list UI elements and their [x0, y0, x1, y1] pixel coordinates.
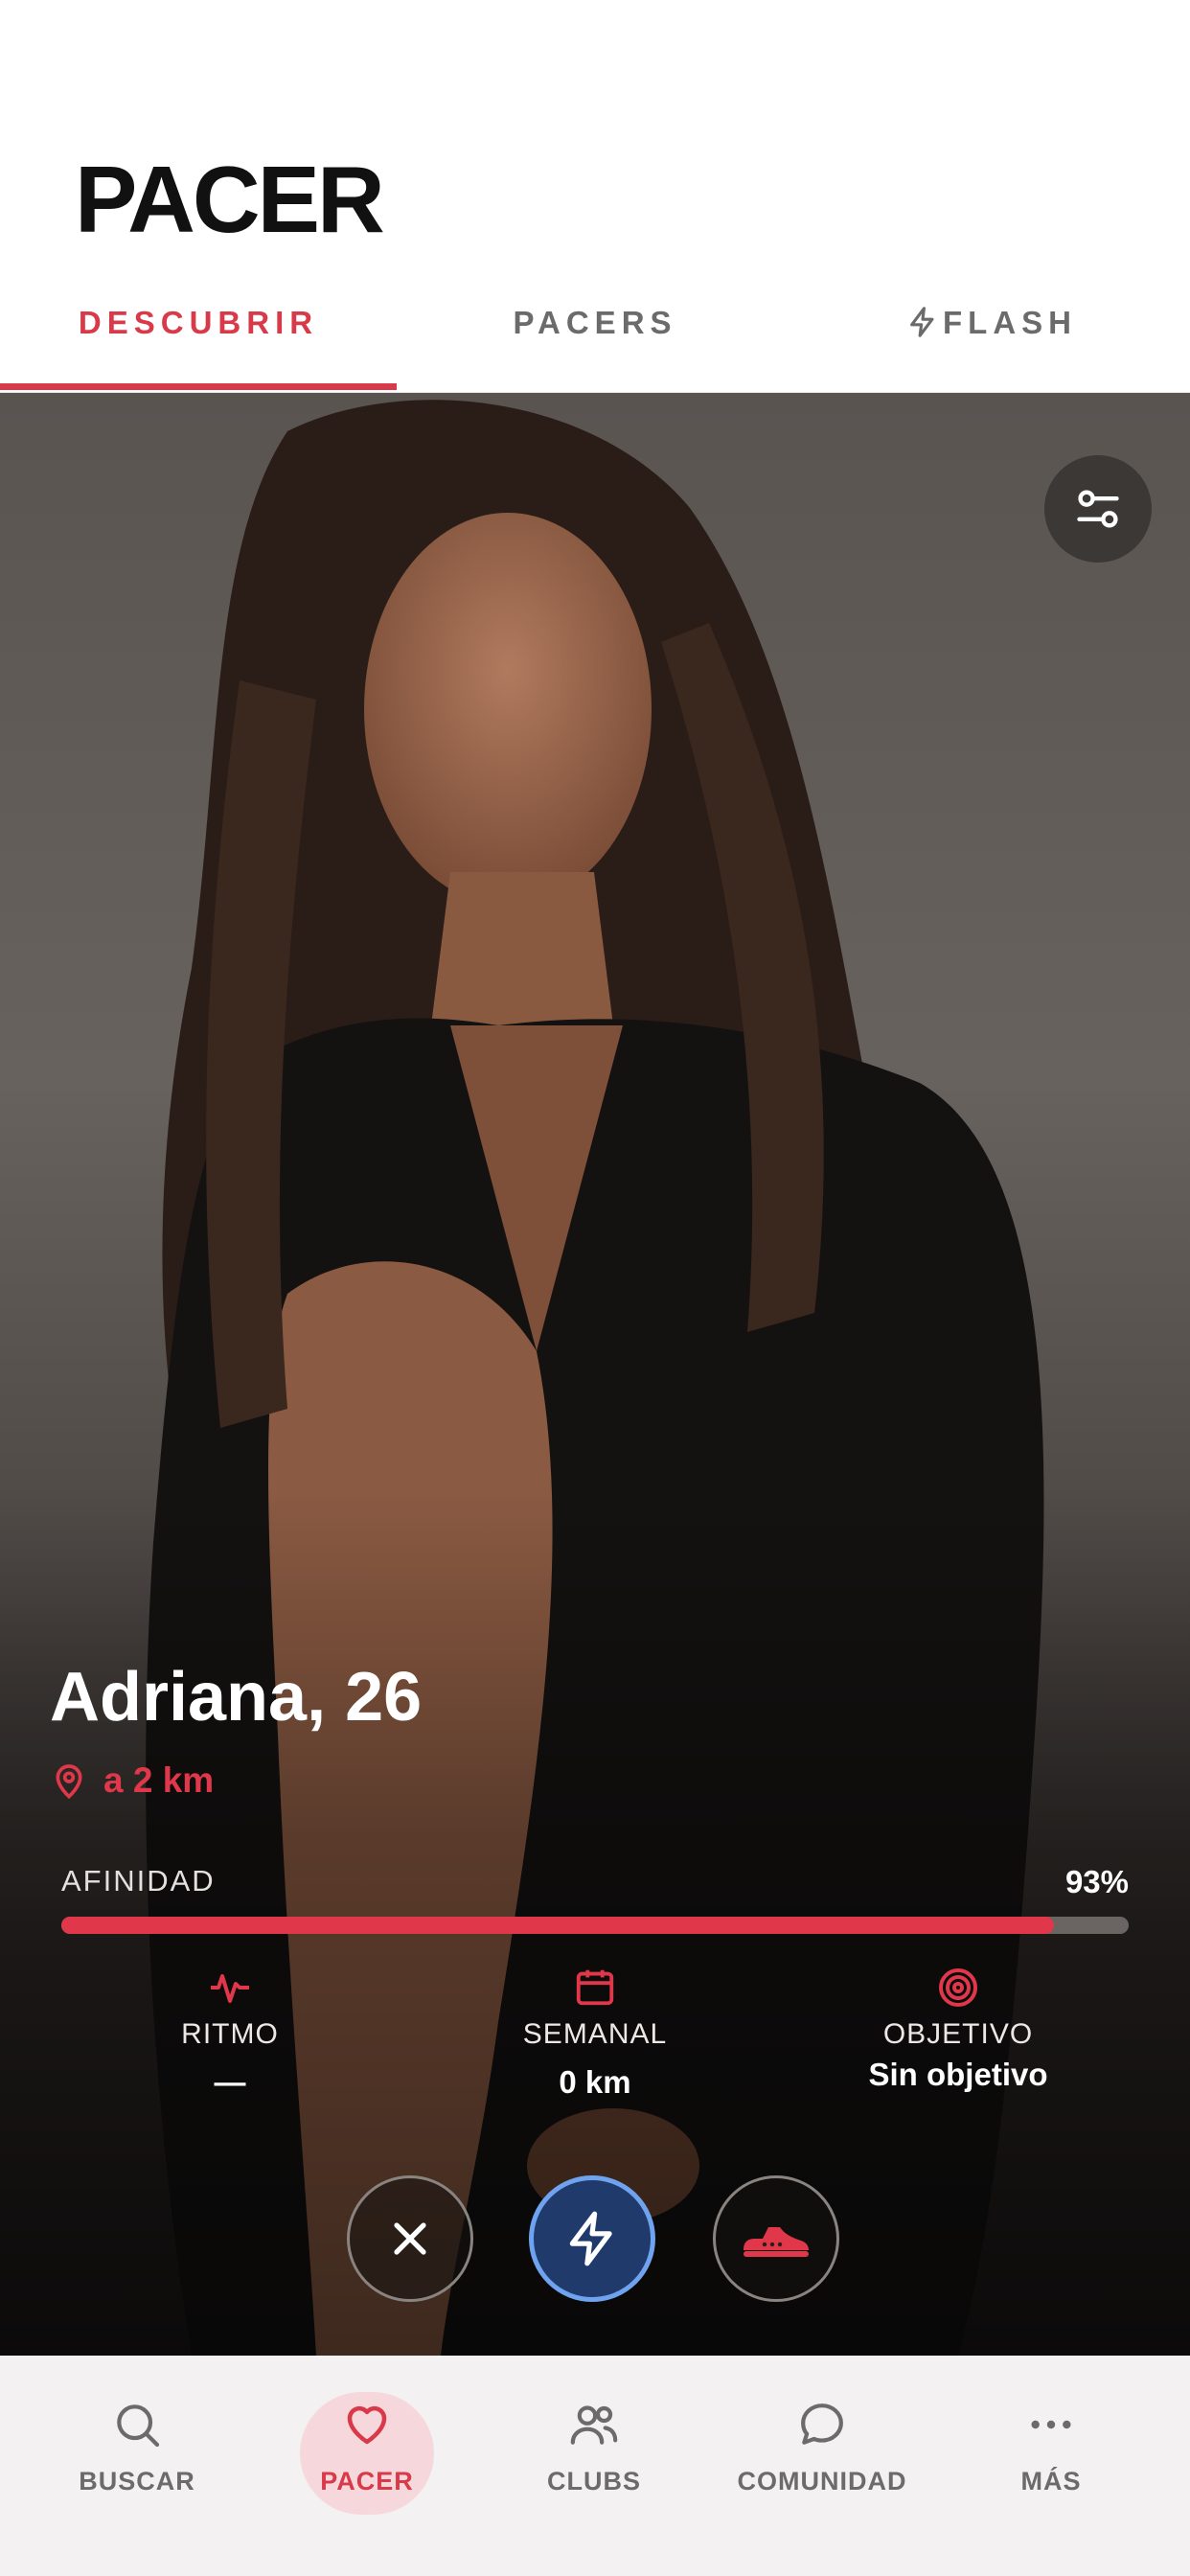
filter-button[interactable] — [1044, 455, 1152, 563]
chat-bubble-icon — [801, 2404, 843, 2445]
tab-pacers[interactable]: PACERS — [397, 305, 793, 341]
flash-icon — [569, 2211, 612, 2266]
tab-descubrir[interactable]: DESCUBRIR — [0, 305, 397, 341]
nav-label: BUSCAR — [79, 2467, 195, 2496]
flash-icon — [910, 307, 934, 337]
nav-label: CLUBS — [547, 2467, 641, 2496]
nav-pacer[interactable]: PACER — [286, 2394, 448, 2496]
close-icon — [394, 2222, 426, 2255]
nav-buscar[interactable]: BUSCAR — [56, 2394, 218, 2496]
profile-card[interactable]: Adriana, 26 a 2 km AFINIDAD 93% RITMO — … — [0, 393, 1190, 2356]
stat-label: SEMANAL — [522, 2018, 668, 2050]
stat-objetivo: OBJETIVO Sin objetivo — [776, 1965, 1140, 2093]
app-title: PACER — [75, 147, 385, 252]
search-icon — [117, 2404, 160, 2448]
app-header: PACER DESCUBRIR PACERS FLASH — [0, 0, 1190, 393]
target-icon — [939, 1968, 977, 2007]
stat-value: 0 km — [559, 2064, 631, 2100]
stat-value: Sin objetivo — [868, 2057, 1048, 2092]
nav-comunidad[interactable]: COMUNIDAD — [712, 2394, 932, 2496]
tab-label: PACERS — [513, 305, 677, 340]
nav-clubs[interactable]: CLUBS — [513, 2394, 675, 2496]
stat-label: RITMO — [181, 2018, 279, 2050]
active-tab-indicator — [0, 383, 397, 390]
bottom-nav: BUSCAR PACER CLUBS COMUNIDAD MÁS — [0, 2356, 1190, 2576]
nav-label: COMUNIDAD — [737, 2467, 907, 2496]
stat-label: OBJETIVO — [882, 2018, 1034, 2050]
pass-button[interactable] — [347, 2175, 473, 2302]
pulse-icon — [211, 1974, 249, 2003]
sliders-icon — [1077, 490, 1119, 528]
nav-label: PACER — [320, 2467, 414, 2496]
profile-distance: a 2 km — [50, 1760, 214, 1802]
affinity-label: AFINIDAD — [61, 1864, 216, 1898]
more-dots-icon — [1031, 2420, 1071, 2429]
run-invite-button[interactable] — [713, 2175, 839, 2302]
calendar-icon — [576, 1969, 614, 2006]
top-tabs: DESCUBRIR PACERS FLASH — [0, 288, 1190, 393]
running-shoe-icon — [744, 2227, 809, 2257]
location-pin-icon — [56, 1764, 82, 1800]
nav-mas[interactable]: MÁS — [970, 2394, 1133, 2496]
nav-label: MÁS — [1020, 2467, 1082, 2496]
stat-ritmo: RITMO — — [48, 1965, 412, 2101]
affinity-bar — [61, 1917, 1129, 1934]
stat-value: — — [214, 2064, 246, 2100]
affinity-value: 93% — [1064, 1864, 1129, 1899]
profile-name-age: Adriana, 26 — [50, 1659, 423, 1736]
heart-icon — [347, 2405, 387, 2445]
tab-flash[interactable]: FLASH — [793, 305, 1190, 341]
tab-label: DESCUBRIR — [78, 305, 319, 340]
distance-text: a 2 km — [103, 1760, 215, 1800]
flash-button[interactable] — [529, 2175, 655, 2302]
tab-label: FLASH — [943, 305, 1077, 340]
affinity-bar-fill — [61, 1917, 1055, 1934]
users-icon — [570, 2405, 618, 2445]
stat-semanal: SEMANAL 0 km — [413, 1965, 777, 2101]
